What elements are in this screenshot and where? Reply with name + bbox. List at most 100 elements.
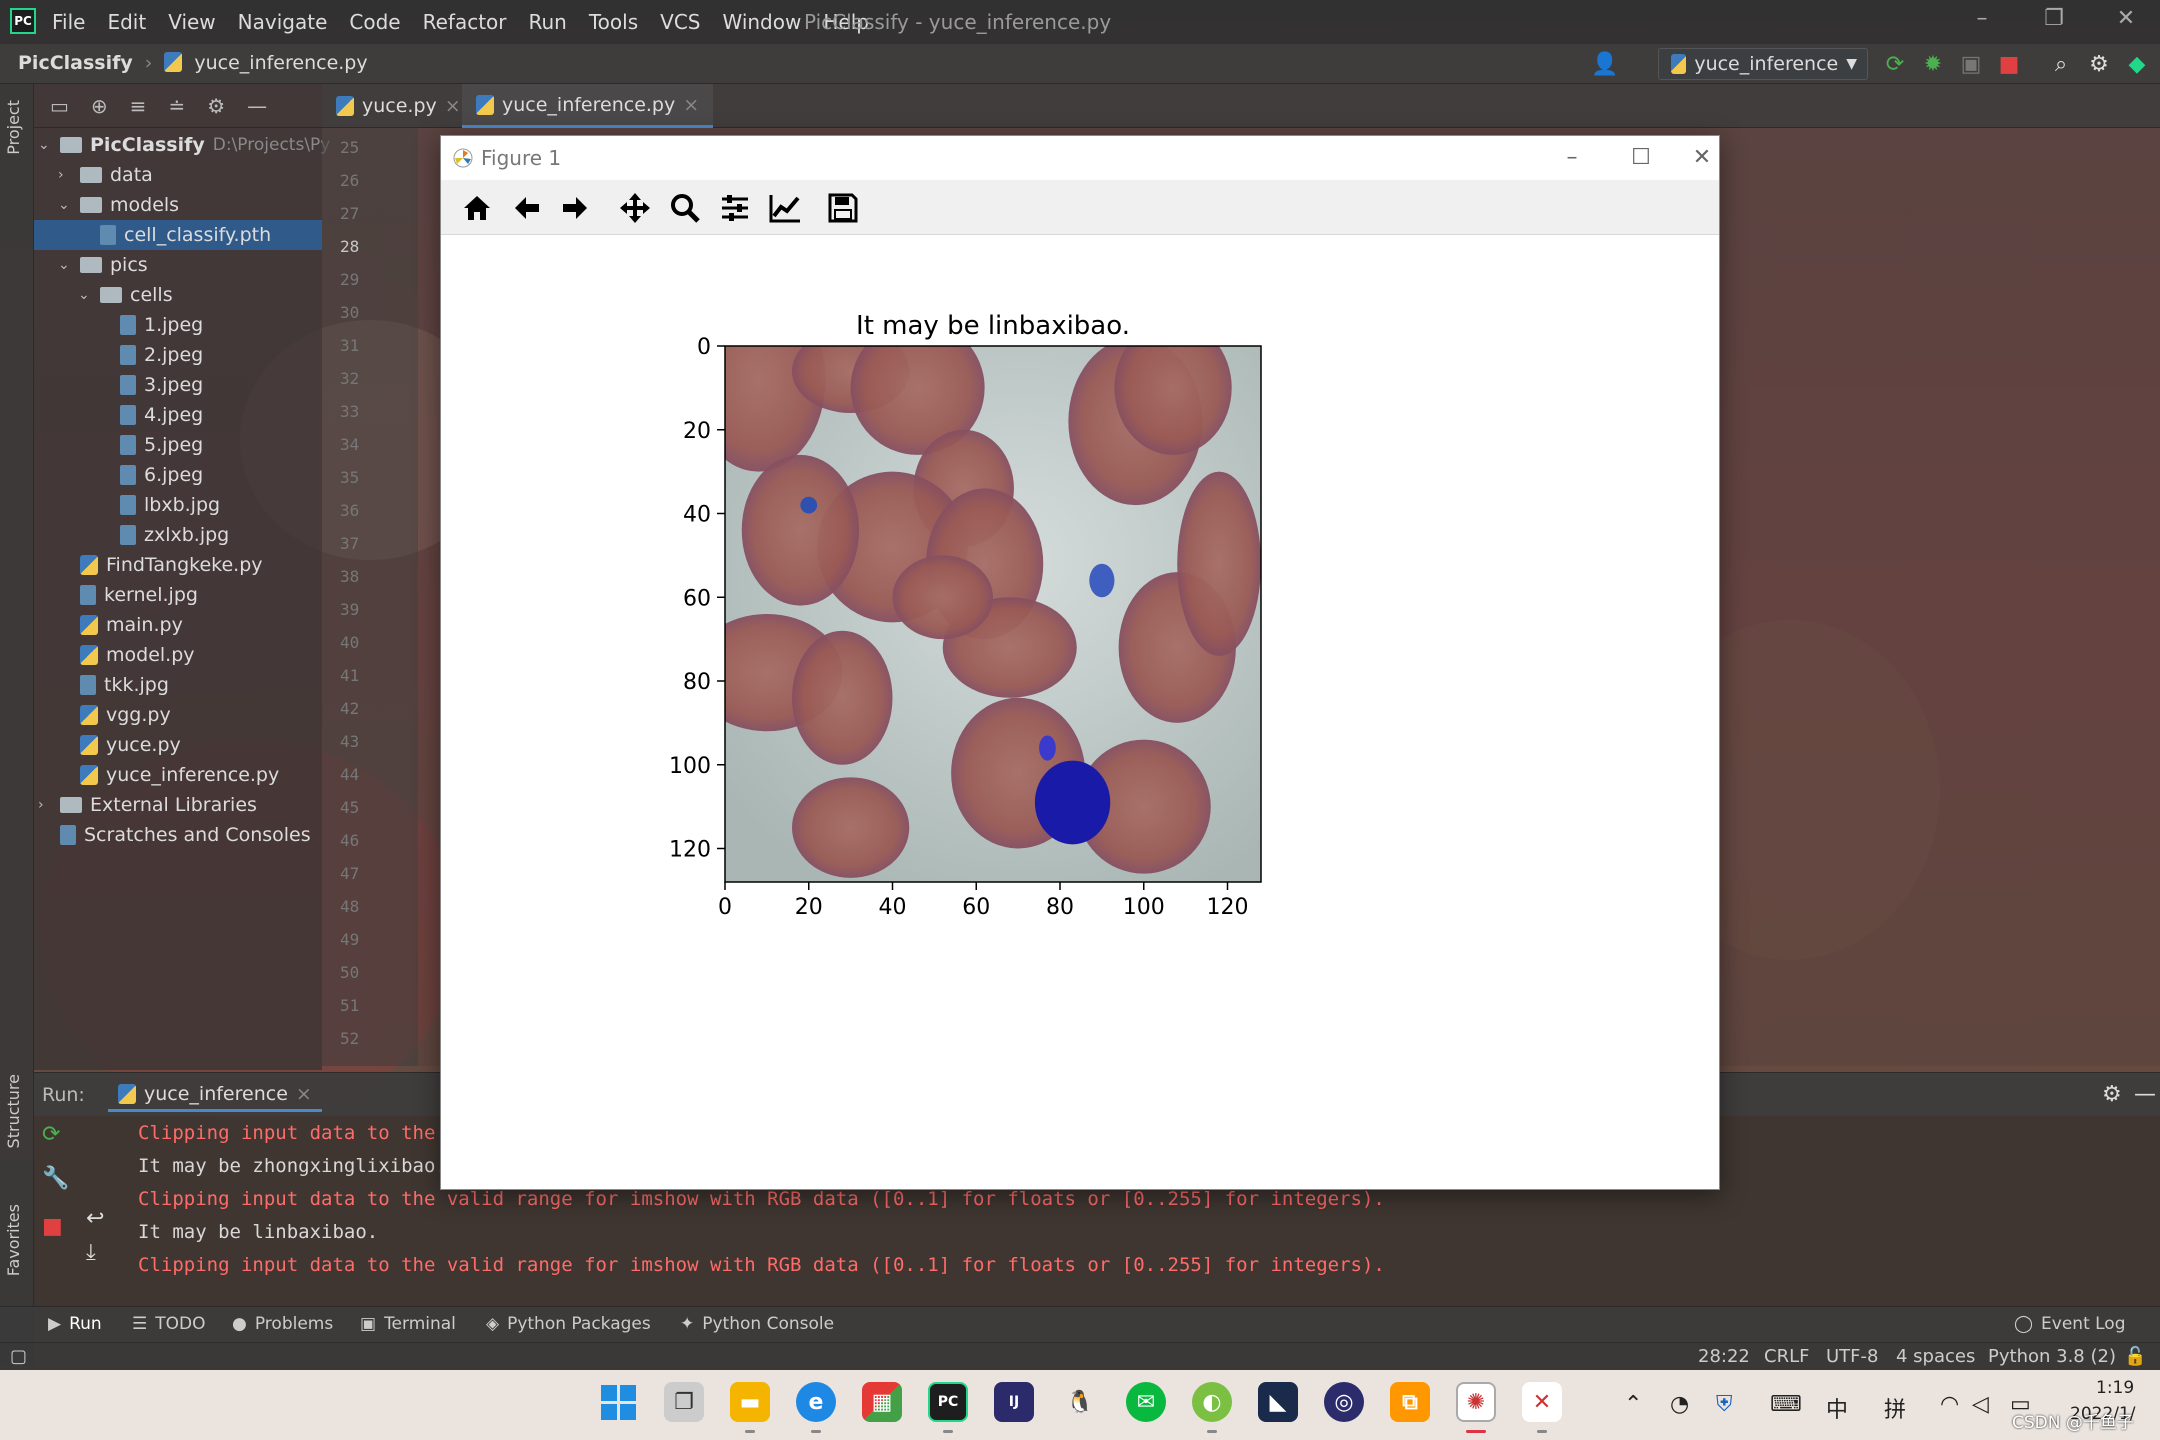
figure-canvas[interactable]: It may be linbaxibao. 0 20 40 60 80 100 120 0 20 4… [441,236,1719,1189]
tree-item[interactable]: ⌄ models [58,190,179,220]
close-icon[interactable]: × [296,1083,312,1105]
volume-icon[interactable]: ◁ [1972,1392,1989,1417]
ime-chinese[interactable]: 中 [1826,1392,1848,1424]
search-icon[interactable]: ⌕ [2046,50,2076,80]
pycharm-taskbar-icon[interactable]: PC [928,1382,968,1422]
wechat-icon[interactable]: ✉ [1126,1382,1166,1422]
python-interpreter[interactable]: Python 3.8 (2) [1988,1346,2116,1367]
tool-python-packages[interactable]: ◈ Python Packages [486,1314,651,1334]
panel-view-icon[interactable]: ▭ [50,94,69,118]
chevron-up-icon[interactable]: ⌃ [1624,1392,1642,1417]
breadcrumb-file[interactable]: yuce_inference.py [194,52,367,74]
subplots-icon[interactable] [715,188,755,228]
store-icon[interactable]: ▦ [862,1382,902,1422]
tree-item[interactable]: Scratches and Consoles [38,820,311,850]
menu-file[interactable]: File [52,10,85,34]
close-button[interactable]: ✕ [2106,6,2146,36]
maximize-button[interactable]: ☐ [1616,142,1666,174]
tree-item[interactable]: 4.jpeg [98,400,203,430]
locate-icon[interactable]: ⊕ [91,94,108,118]
project-tool-label[interactable]: Project [4,100,23,155]
run-tab[interactable]: yuce_inference × [108,1078,322,1112]
chevron-right-icon[interactable]: › [58,167,72,183]
tree-item[interactable]: yuce_inference.py [58,760,279,790]
clock-time[interactable]: 1:19 [2096,1378,2134,1398]
rerun-icon[interactable]: ⟳ [1880,50,1910,80]
menu-navigate[interactable]: Navigate [238,10,328,34]
file-encoding[interactable]: UTF-8 [1826,1346,1878,1367]
intellij-icon[interactable]: IJ [994,1382,1034,1422]
chevron-down-icon[interactable]: ⌄ [58,197,72,213]
tree-item[interactable]: main.py [58,610,183,640]
tree-item[interactable]: 6.jpeg [98,460,203,490]
tree-item[interactable]: FindTangkeke.py [58,550,263,580]
wifi-icon[interactable]: ◠ [1940,1392,1959,1417]
qq-icon[interactable]: 🐧 [1060,1382,1100,1422]
app-icon[interactable]: ⧉ [1390,1382,1430,1422]
tool-problems[interactable]: ● Problems [232,1314,333,1334]
back-icon[interactable] [507,188,547,228]
keyboard-icon[interactable]: ⌨ [1770,1392,1802,1417]
edge-browser-icon[interactable]: e [796,1382,836,1422]
shield-icon[interactable]: ⛨ [1716,1392,1733,1417]
tree-item[interactable]: yuce.py [58,730,181,760]
stop-icon[interactable]: ■ [1994,50,2024,80]
scroll-to-end-icon[interactable]: ⤓ [86,1240,96,1265]
forward-icon[interactable] [555,188,595,228]
tree-item[interactable]: zxlxb.jpg [98,520,229,550]
close-button[interactable]: ✕ [1685,142,1719,174]
figure-app-icon[interactable]: ✺ [1456,1382,1496,1422]
close-icon[interactable]: × [445,95,461,117]
tool-run[interactable]: ▶ Run [48,1314,102,1334]
favorites-tool-label[interactable]: Favorites [4,1204,23,1276]
layout-icon[interactable]: ▢ [10,1346,27,1367]
expand-all-icon[interactable]: ≡ [130,94,147,118]
hide-icon[interactable]: — [247,94,267,118]
chevron-down-icon[interactable]: ⌄ [58,257,72,273]
wrench-icon[interactable]: 🔧 [42,1166,69,1191]
tree-item[interactable]: cell_classify.pth [34,220,322,250]
save-icon[interactable] [823,188,863,228]
tree-item[interactable]: › data [58,160,153,190]
minimize-button[interactable]: – [1962,6,2002,36]
lock-icon[interactable]: 🔓 [2124,1346,2146,1367]
tree-item[interactable]: ⌄ cells [78,280,173,310]
tree-item[interactable]: tkk.jpg [58,670,169,700]
menu-view[interactable]: View [168,10,215,34]
tool-terminal[interactable]: ▣ Terminal [360,1314,456,1334]
restore-button[interactable]: ❐ [2034,6,2074,36]
stop-icon[interactable]: ■ [42,1214,63,1239]
collapse-all-icon[interactable]: ≐ [168,94,185,118]
python-figure-icon[interactable]: ✕ [1522,1382,1562,1422]
breadcrumb-project[interactable]: PicClassify [18,52,133,74]
menu-refactor[interactable]: Refactor [423,10,507,34]
tree-item[interactable]: › External Libraries [38,790,257,820]
tree-item[interactable]: 5.jpeg [98,430,203,460]
menu-window[interactable]: Window [722,10,801,34]
start-button[interactable] [598,1382,638,1422]
tree-item[interactable]: vgg.py [58,700,171,730]
chevron-right-icon[interactable]: › [38,797,52,813]
tab-yuce-inference[interactable]: yuce_inference.py × [462,84,714,128]
soft-wrap-icon[interactable]: ↩ [86,1206,104,1231]
line-separator[interactable]: CRLF [1764,1346,1809,1367]
tree-item[interactable]: 1.jpeg [98,310,203,340]
event-log[interactable]: ◯ Event Log [2014,1314,2126,1334]
customize-icon[interactable] [765,188,805,228]
file-explorer-icon[interactable]: ▬ [730,1382,770,1422]
plugin-icon[interactable]: ◆ [2122,50,2152,80]
pan-icon[interactable] [615,188,655,228]
ime-pinyin[interactable]: 拼 [1884,1392,1906,1424]
indent-setting[interactable]: 4 spaces [1896,1346,1975,1367]
tree-item[interactable]: 2.jpeg [98,340,203,370]
tool-python-console[interactable]: ✦ Python Console [680,1314,834,1334]
gear-icon[interactable]: ⚙ [2084,50,2114,80]
tree-item[interactable]: lbxb.jpg [98,490,220,520]
tool-todo[interactable]: ☰ TODO [132,1314,206,1334]
app-icon[interactable]: ◐ [1192,1382,1232,1422]
app-icon[interactable]: ◣ [1258,1382,1298,1422]
gear-icon[interactable]: ⚙ [207,94,225,118]
rerun-icon[interactable]: ⟳ [42,1122,60,1147]
tree-root[interactable]: ⌄ PicClassify D:\Projects\Py [38,130,330,160]
structure-tool-label[interactable]: Structure [4,1074,23,1148]
